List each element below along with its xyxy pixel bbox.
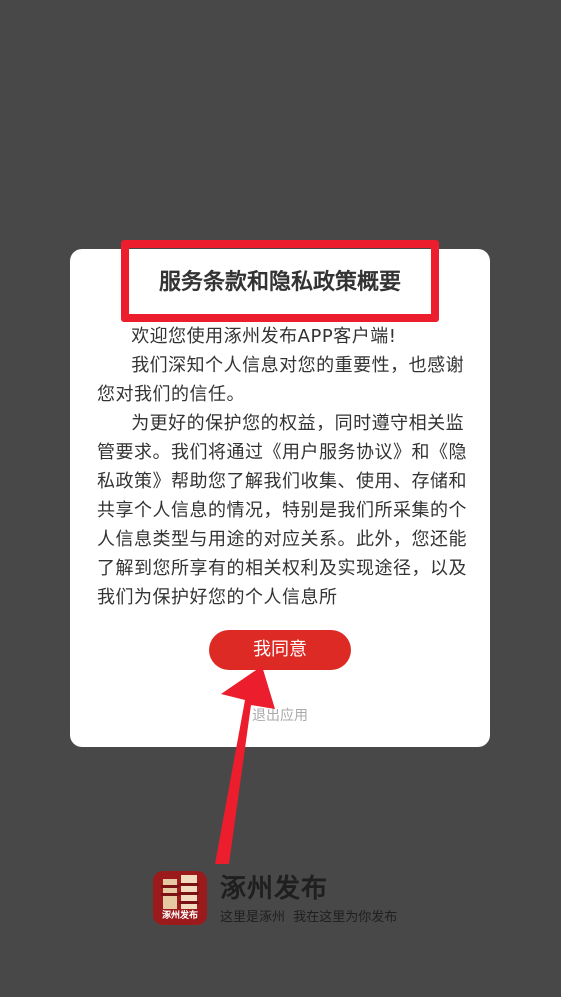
app-logo: 涿州发布 bbox=[153, 871, 207, 925]
logo-text: 涿州发布 bbox=[161, 911, 198, 921]
brand-slogan: 这里是涿州 我在这里为你发布 bbox=[220, 910, 398, 925]
brand-name: 涿州发布 bbox=[220, 874, 329, 904]
pointer-arrow-icon bbox=[215, 666, 275, 864]
